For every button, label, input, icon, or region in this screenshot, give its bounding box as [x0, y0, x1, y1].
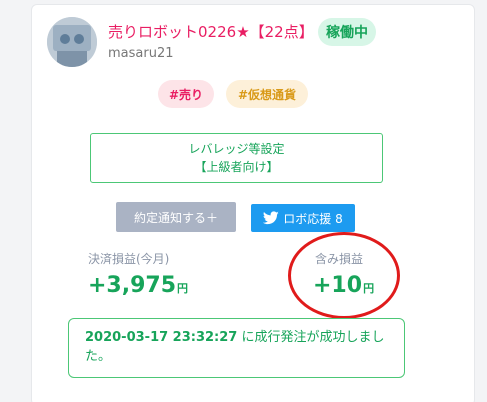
support-label: ロボ応援 8: [283, 211, 343, 226]
twitter-icon: [263, 211, 279, 225]
status-badge: 稼働中: [318, 18, 376, 46]
order-alert: 2020-03-17 23:32:27 に成行発注が成功しました。: [68, 318, 405, 378]
tag-sell[interactable]: #売り: [158, 80, 214, 108]
leverage-subtitle: 【上級者向け】: [194, 160, 279, 174]
bot-title[interactable]: 売りロボット0226★【22点】: [108, 21, 314, 42]
username[interactable]: masaru21: [108, 46, 174, 61]
realized-pl-value: +3,975円: [88, 273, 188, 298]
unrealized-pl-amount: +10: [313, 273, 363, 298]
unrealized-pl-unit: 円: [363, 282, 375, 295]
realized-pl-amount: +3,975: [88, 273, 177, 298]
bot-name: 売りロボット0226: [108, 23, 237, 41]
leverage-settings-button[interactable]: レバレッジ等設定 【上級者向け】: [90, 133, 383, 183]
unrealized-pl-value: +10円: [313, 273, 374, 298]
realized-pl-unit: 円: [177, 282, 189, 295]
support-button[interactable]: ロボ応援 8: [251, 204, 355, 232]
tag-crypto[interactable]: #仮想通貨: [226, 80, 308, 108]
leverage-title: レバレッジ等設定: [188, 142, 285, 156]
unrealized-pl-label: 含み損益: [315, 252, 364, 266]
alert-timestamp: 2020-03-17 23:32:27: [85, 330, 238, 345]
avatar[interactable]: [47, 17, 97, 67]
star-icon: ★: [236, 23, 250, 41]
realized-pl-label: 決済損益(今月): [88, 252, 170, 266]
bot-points: 【22点】: [249, 23, 314, 41]
notify-button[interactable]: 約定通知する＋: [116, 202, 236, 232]
